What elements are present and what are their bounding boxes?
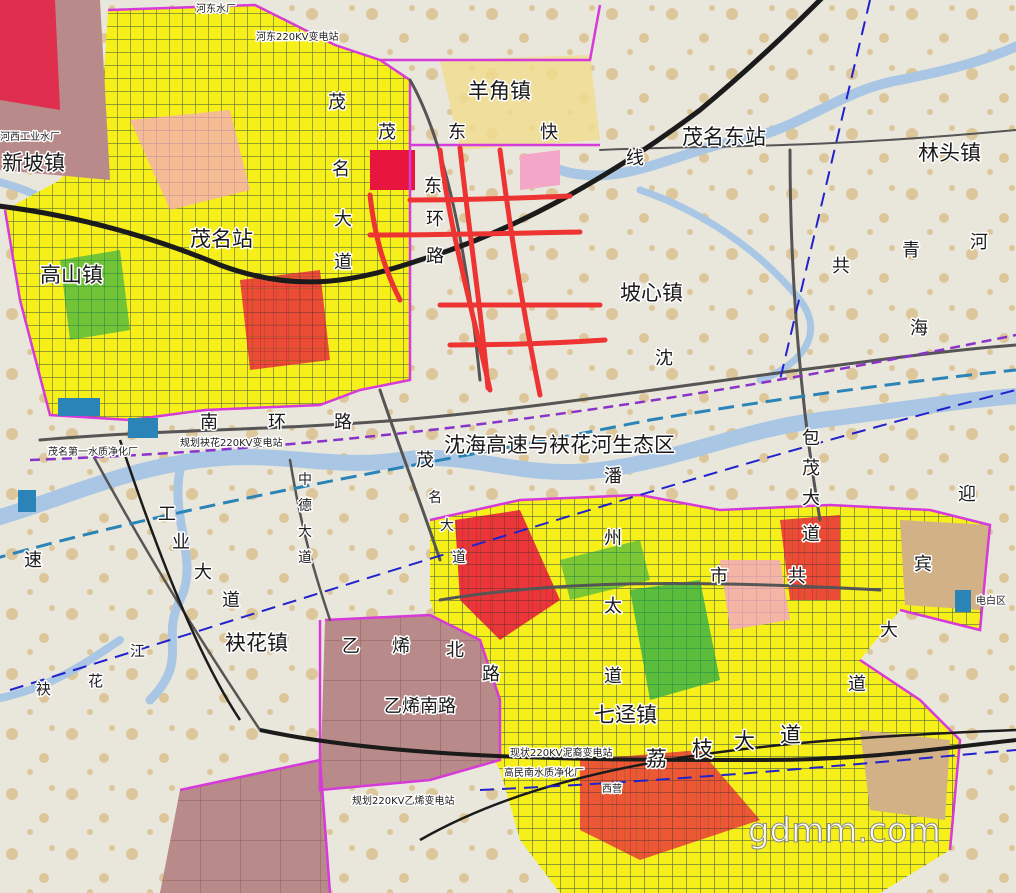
town-xinpo: 新坡镇 — [2, 151, 65, 175]
road-yixi-bei-1: 乙 — [342, 636, 360, 657]
road-baomao-3: 大 — [802, 488, 820, 509]
label-purify-1: 茂名第一水质净化厂 — [48, 445, 138, 458]
road-gongye-2: 业 — [172, 532, 190, 553]
river-label-3: 袂 — [36, 680, 51, 698]
road-gongye-4: 道 — [222, 590, 240, 611]
label-hexi-water: 河西工业水厂 — [0, 131, 60, 143]
station-maoming: 茂名站 — [190, 227, 253, 251]
town-qijing: 七迳镇 — [594, 703, 657, 727]
s-tan-2 — [860, 730, 950, 820]
road-lizhi-1: 荔 — [646, 747, 667, 771]
road-donghuan-2: 环 — [426, 209, 444, 230]
road-maoming-s-3: 大 — [440, 518, 454, 534]
town-fuhua: 袂花镇 — [225, 631, 288, 655]
east-pink — [520, 150, 560, 190]
road-nanhuan-1: 南 — [200, 412, 218, 433]
road-yingbin-2: 宾 — [914, 554, 932, 575]
label-hedong-water: 河东水厂 — [196, 2, 236, 15]
road-zhongde-1: 中 — [298, 472, 312, 488]
label-xiang: 西营 — [602, 782, 622, 795]
road-shenhai-5: 沈 — [655, 348, 673, 369]
road-dongxian-1: 东 — [448, 122, 466, 143]
water-block-3 — [955, 590, 971, 612]
label-dianbai: 电白区 — [976, 594, 1006, 607]
road-maoming-5: 道 — [334, 252, 352, 273]
town-linto: 林头镇 — [918, 141, 981, 165]
label-purify-2: 高民南水质净化厂 — [504, 766, 584, 779]
road-baomao-1: 包 — [802, 428, 820, 449]
road-yixi-bei-2: 烯 — [392, 636, 410, 657]
town-poxin: 坡心镇 — [620, 281, 683, 305]
road-shi: 市 — [710, 566, 728, 587]
road-shenhai-2: 青 — [902, 240, 920, 261]
road-nanhuan-3: 路 — [334, 412, 352, 433]
town-yangjiao: 羊角镇 — [468, 79, 531, 103]
river-label-1: 江 — [130, 642, 145, 660]
road-yingbin-3: 大 — [880, 620, 898, 641]
road-shenhai-1: 共 — [832, 256, 850, 277]
road-yingbin-1: 迎 — [958, 484, 976, 505]
road-nanhuan-2: 环 — [268, 412, 286, 433]
road-lizhi-2: 枝 — [692, 737, 713, 761]
road-maoming-4: 大 — [334, 209, 352, 230]
station-maoming-east: 茂名东站 — [682, 125, 766, 149]
road-yixi-nan: 乙烯南路 — [384, 696, 456, 717]
road-baomao-2: 茂 — [802, 458, 820, 479]
road-shenhai-4: 海 — [910, 318, 928, 339]
road-donghuan-1: 东 — [424, 176, 442, 197]
road-dongxian-3: 线 — [626, 148, 644, 169]
label-hedong-sub: 河东220KV变电站 — [256, 30, 339, 43]
road-lizhi-4: 道 — [780, 723, 801, 747]
road-zhouzhou-1: 州 — [604, 528, 622, 549]
label-yixi-sub: 规划220KV乙烯变电站 — [352, 794, 455, 807]
road-pan: 潘 — [604, 466, 622, 487]
road-maoming-s-1: 茂 — [416, 450, 434, 471]
water-block-1 — [58, 398, 100, 416]
road-zhouzhou-3: 道 — [604, 666, 622, 687]
road-maoming-1: 茂 — [328, 92, 346, 113]
road-yixi-bei-3: 北 — [446, 640, 464, 661]
road-shenhai-3: 河 — [970, 232, 988, 253]
road-maoming-s-2: 名 — [428, 490, 442, 506]
s-pink — [720, 560, 790, 630]
zone-ecology-label: 沈海高速与袂花河生态区 — [444, 433, 675, 457]
road-yingbin-4: 道 — [848, 674, 866, 695]
road-gongye-1: 工 — [158, 504, 176, 525]
nw-commercial-2 — [240, 270, 330, 370]
nw-red — [0, 0, 60, 110]
road-gong: 共 — [788, 566, 806, 587]
road-maoming-s-4: 道 — [452, 550, 466, 566]
road-su: 速 — [24, 550, 42, 571]
town-gaoshan: 高山镇 — [40, 263, 103, 287]
road-dongxian-2: 快 — [540, 122, 558, 143]
river-label-2: 花 — [88, 672, 103, 690]
road-yixi-bei-4: 路 — [482, 664, 500, 685]
road-zhongde-3: 大 — [298, 524, 312, 540]
planning-map: 新坡镇 高山镇 羊角镇 林头镇 坡心镇 袂花镇 七迳镇 茂名站 茂名东站 沈海高… — [0, 0, 1016, 893]
road-maoming-3: 名 — [332, 159, 350, 180]
road-donghuan-3: 路 — [426, 246, 444, 267]
water-block-2 — [18, 490, 36, 512]
road-gongye-3: 大 — [194, 562, 212, 583]
road-zhongde-2: 德 — [298, 498, 312, 514]
road-maoming-2: 茂 — [378, 122, 396, 143]
label-plan-sub: 规划袂花220KV变电站 — [180, 436, 283, 449]
road-zhongde-4: 道 — [298, 550, 312, 566]
water-block-4 — [128, 418, 158, 438]
road-baomao-4: 道 — [802, 524, 820, 545]
road-zhouzhou-2: 太 — [604, 596, 622, 617]
watermark: gdmm.com — [748, 811, 941, 851]
road-lizhi-3: 大 — [734, 729, 755, 753]
nw-red-block — [370, 150, 415, 190]
label-niqi-sub: 现状220KV泥裔变电站 — [510, 746, 613, 759]
